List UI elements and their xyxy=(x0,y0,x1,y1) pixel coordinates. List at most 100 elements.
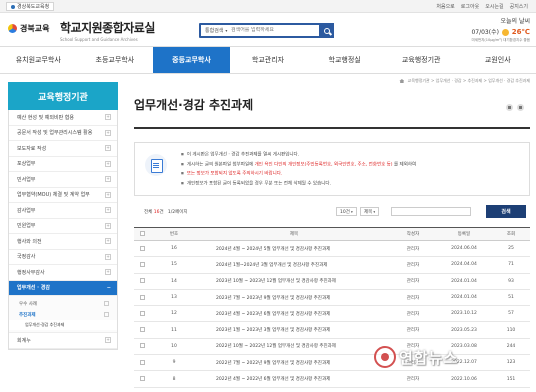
site-header: 경북교육 학교지원종합자료실 School Support and Guidan… xyxy=(0,13,536,46)
site-title[interactable]: 학교지원종합자료실 School Support and Guidance Ar… xyxy=(60,19,155,42)
emblem-icon xyxy=(8,24,17,33)
sidebar-item[interactable]: 보도자료 작성 + xyxy=(9,141,117,157)
search-button[interactable] xyxy=(319,23,334,38)
list-search-button[interactable]: 검색 xyxy=(486,205,526,218)
row-checkbox[interactable] xyxy=(139,343,145,349)
breadcrumb-item[interactable]: 업무개선 · 경감 xyxy=(436,78,462,83)
row-number: 10 xyxy=(150,338,198,356)
nav-item-edu-agency[interactable]: 교육행정기관 xyxy=(383,47,460,73)
header-date: 등록일 xyxy=(436,227,492,241)
sidebar-item[interactable]: 행정사무감사 + xyxy=(9,265,117,281)
row-checkbox[interactable] xyxy=(139,278,145,284)
table-header-row: 번호 제목 작성자 등록일 조회 xyxy=(134,227,530,241)
nav-item-admin-office[interactable]: 학교행정실 xyxy=(306,47,383,73)
table-row[interactable]: 9 2022년 7월 ~ 2022년 9월 업무개선 및 경감사항 추진과제 관리자… xyxy=(134,354,530,372)
row-number: 9 xyxy=(150,354,198,372)
table-row[interactable]: 10 2022년 10월 ~ 2022년 12월 업무개선 및 경감사항 추진과제… xyxy=(134,338,530,356)
breadcrumb-item[interactable]: 교육행정기관 xyxy=(408,78,430,83)
expand-icon: + xyxy=(105,129,111,136)
notice-text: 개인정보가 포함된 글이 등록되었을 경우 무분 또는 전체 삭제될 수 있습니… xyxy=(186,181,331,186)
row-checkbox[interactable] xyxy=(139,245,145,251)
row-title[interactable]: 2022년 10월 ~ 2022년 12월 업무개선 및 경감사항 추진과제 xyxy=(198,338,390,356)
sidebar-subitem-tasks[interactable]: 추진과제 xyxy=(9,309,117,320)
sidebar-item-label: 업무협약(MOU) 체결 및 계약 업무 xyxy=(17,192,90,199)
breadcrumb-item[interactable]: 업무개선 · 경감 추진과제 xyxy=(488,78,530,83)
row-title[interactable]: 2023년 1월 ~ 2023년 3월 업무개선 및 경감사항 추진과제 xyxy=(198,321,390,339)
total-unit: 건 xyxy=(159,210,164,215)
table-row[interactable]: 13 2023년 7월 ~ 2023년 9월 업무개선 및 경감사항 추진과제 관리… xyxy=(134,289,530,307)
sidebar-item[interactable]: 공문서 작성 및 업무관리시스템 활용 + xyxy=(9,126,117,141)
sidebar-item[interactable]: 업무협약(MOU) 체결 및 계약 업무 + xyxy=(9,188,117,203)
table-row[interactable]: 8 2022년 4월 ~ 2022년 6월 업무개선 및 경감사항 추진과제 관리자… xyxy=(134,370,530,388)
row-views: 57 xyxy=(492,305,530,323)
search-field-select[interactable]: 제목 xyxy=(360,207,380,216)
nav-item-kindergarten[interactable]: 유치원교무학사 xyxy=(0,47,77,73)
select-all-checkbox[interactable] xyxy=(139,231,145,236)
notice-line: 또는 정보가 포함되지 않도록 주의하시기 바랍니다. xyxy=(181,169,416,179)
sidebar-item-label: 감사업무 xyxy=(17,207,36,214)
sidebar-item[interactable]: 예산 현성 및 예외비판 협용 + xyxy=(9,110,117,126)
office-logo[interactable]: 경북교육 xyxy=(8,23,49,34)
sidebar-item[interactable]: 회계누 + xyxy=(9,333,117,349)
link-logout[interactable]: 로그아웃 xyxy=(461,3,479,10)
notice-text: 이 게시판은 업무개선 · 경감 추진과제를 열씨 게시판입니다. xyxy=(186,152,300,158)
sidebar-item[interactable]: 민원업무 + xyxy=(9,219,117,234)
row-title[interactable]: 2024년 4월 ~ 2024년 5월 업무개선 및 경감사항 추진과제 xyxy=(198,240,390,258)
nav-item-teacher-hr[interactable]: 교원인사 xyxy=(459,47,536,73)
search-input[interactable] xyxy=(231,27,311,33)
row-title[interactable]: 2022년 7월 ~ 2022년 9월 업무개선 및 경감사항 추진과제 xyxy=(198,354,390,372)
home-icon[interactable] xyxy=(399,79,405,83)
row-checkbox[interactable] xyxy=(139,376,145,382)
row-checkbox[interactable] xyxy=(139,294,145,300)
sidebar-sub2-item[interactable]: 업무개선·경감 추진과제 xyxy=(9,320,117,330)
per-page-select[interactable]: 10건 xyxy=(336,207,357,216)
search-category-select[interactable]: 통합검색 xyxy=(205,27,227,34)
table-row[interactable]: 15 2024년 1월~2024년 3월 업무개선 및 경감사항 추진과제 관리자 2… xyxy=(134,256,530,274)
sidebar-item[interactable]: 행사와 의전 + xyxy=(9,234,117,250)
row-title[interactable]: 2023년 7월 ~ 2023년 9월 업무개선 및 경감사항 추진과제 xyxy=(198,289,390,307)
expand-icon xyxy=(104,301,109,306)
sidebar-item[interactable]: 국정감사 + xyxy=(9,250,117,265)
link-notice[interactable]: 공지스기 xyxy=(510,3,528,10)
row-checkbox-cell xyxy=(134,256,150,274)
weather-date: 07/03(수) xyxy=(471,29,499,36)
table-row[interactable]: 14 2023년 10월 ~ 2023년 12월 업무개선 및 경감사항 추진과제… xyxy=(134,273,530,290)
print-icon[interactable] xyxy=(506,104,513,111)
org-badge[interactable]: 경상북도교육청 xyxy=(6,2,55,11)
row-checkbox[interactable] xyxy=(139,261,145,267)
row-checkbox[interactable] xyxy=(139,327,145,333)
breadcrumb-item[interactable]: 추진과제 xyxy=(467,78,482,83)
list-search-input[interactable] xyxy=(391,207,471,216)
sidebar-item[interactable]: 포상업무 + xyxy=(9,157,117,172)
link-home[interactable]: 처음으로 xyxy=(436,3,454,10)
row-title[interactable]: 2022년 4월 ~ 2022년 6월 업무개선 및 경감사항 추진과제 xyxy=(198,370,390,388)
row-checkbox-cell xyxy=(134,354,150,372)
expand-icon: + xyxy=(105,238,111,245)
sidebar-item-active[interactable]: 업무개선 · 경감 − xyxy=(9,280,117,296)
header-views: 조회 xyxy=(492,227,530,241)
share-icon[interactable] xyxy=(517,104,524,111)
nav-item-elementary[interactable]: 초등교무학사 xyxy=(77,47,154,73)
row-checkbox[interactable] xyxy=(139,310,145,316)
link-directions[interactable]: 오시는길 xyxy=(485,3,503,10)
sidebar-subitem-best-cases[interactable]: 우수 사례 xyxy=(9,298,117,309)
table-row[interactable]: 11 2023년 1월 ~ 2023년 3월 업무개선 및 경감사항 추진과제 관리… xyxy=(134,321,530,339)
table-row[interactable]: 12 2023년 4월 ~ 2023년 6월 업무개선 및 경감사항 추진과제 관리… xyxy=(134,305,530,323)
nav-item-secondary[interactable]: 중등교무학사 xyxy=(153,47,230,73)
row-checkbox-cell xyxy=(134,273,150,290)
row-title[interactable]: 2023년 10월 ~ 2023년 12월 업무개선 및 경감사항 추진과제 xyxy=(198,273,390,290)
table-row[interactable]: 72022년 1월 ~ 2022년 3월 업무개선 및 경감사항 추진과제관리자… xyxy=(134,387,530,392)
row-checkbox[interactable] xyxy=(139,359,145,365)
sidebar-item[interactable]: 감사업무 + xyxy=(9,203,117,219)
table-row[interactable]: 16 2024년 4월 ~ 2024년 5월 업무개선 및 경감사항 추진과제 관리… xyxy=(134,240,530,258)
nav-item-school-admin[interactable]: 학교관리자 xyxy=(230,47,307,73)
list-count: 전체 16건 1/2페이지 xyxy=(144,209,188,215)
row-title[interactable]: 2022년 1월 ~ 2022년 3월 업무개선 및 경감사항 추진과제 xyxy=(198,387,390,392)
row-checkbox-cell xyxy=(134,240,150,258)
notice-text: 를 제외하여 xyxy=(393,162,417,167)
sidebar-item[interactable]: 민서업무 + xyxy=(9,172,117,188)
row-title[interactable]: 2024년 1월~2024년 3월 업무개선 및 경감사항 추진과제 xyxy=(198,256,390,274)
row-title[interactable]: 2023년 4월 ~ 2023년 6월 업무개선 및 경감사항 추진과제 xyxy=(198,305,390,323)
expand-icon xyxy=(104,312,109,317)
row-date: 2024.01.04 xyxy=(436,289,492,307)
